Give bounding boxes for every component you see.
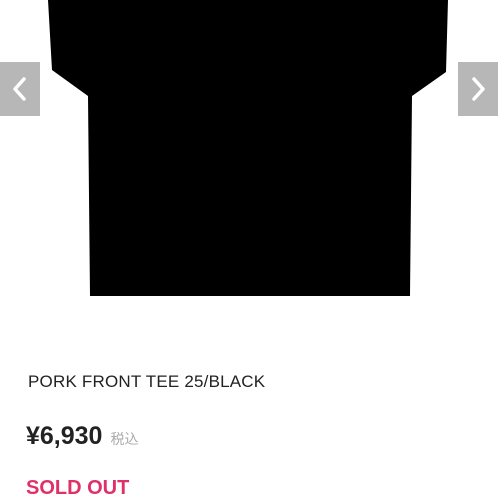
chevron-left-icon bbox=[13, 77, 26, 101]
chevron-right-icon bbox=[472, 77, 485, 101]
product-photo bbox=[48, 0, 448, 296]
tax-included-label: 税込 bbox=[110, 432, 139, 448]
product-price: ¥6,930 bbox=[26, 422, 103, 450]
pager-current: 2 bbox=[234, 299, 245, 315]
pager-separator: | bbox=[246, 299, 252, 315]
pager-total: 5 bbox=[253, 299, 264, 315]
next-image-button[interactable] bbox=[458, 62, 498, 116]
image-pager: 2 | 5 bbox=[228, 296, 270, 318]
previous-image-button[interactable] bbox=[0, 62, 40, 116]
price-row: ¥6,930 税込 bbox=[26, 422, 138, 451]
sold-out-status: SOLD OUT bbox=[26, 477, 130, 499]
product-title: PORK FRONT TEE 25/BLACK bbox=[28, 372, 266, 391]
product-image-gallery[interactable]: 2 | 5 bbox=[0, 0, 498, 330]
